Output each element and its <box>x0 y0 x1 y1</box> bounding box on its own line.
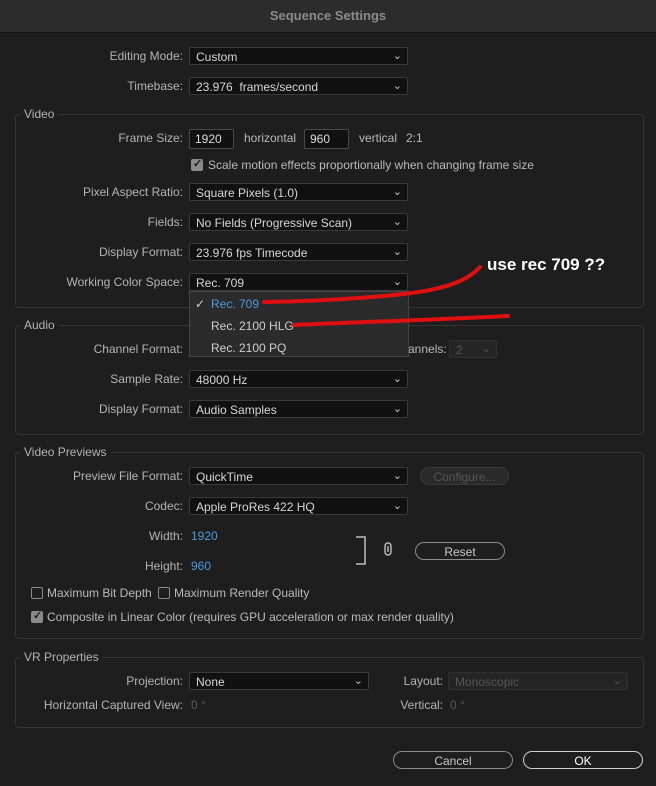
chevron-down-icon: ⌄ <box>392 216 402 228</box>
chevron-down-icon: ⌄ <box>392 80 402 92</box>
preview-file-format-value: QuickTime <box>196 470 253 484</box>
color-space-option-rec2100-pq[interactable]: Rec. 2100 PQ <box>211 341 286 355</box>
frame-height-input[interactable]: 960 <box>304 129 349 149</box>
timebase-label: Timebase: <box>127 79 183 93</box>
height-label: Height: <box>144 559 183 573</box>
horizontal-label: horizontal <box>244 131 297 145</box>
channel-format-label: Channel Format: <box>93 342 183 356</box>
chevron-down-icon: ⌄ <box>353 675 363 687</box>
layout-value: Monoscopic <box>455 675 520 689</box>
projection-value: None <box>196 675 225 689</box>
aspect-ratio-text: 2:1 <box>406 131 423 145</box>
video-display-format-value: 23.976 fps Timecode <box>196 246 308 260</box>
ok-button[interactable]: OK <box>523 751 643 769</box>
chevron-down-icon: ⌄ <box>612 675 622 687</box>
pixel-aspect-value: Square Pixels (1.0) <box>196 186 299 200</box>
vertical-view-value: 0 ° <box>450 698 465 712</box>
video-display-format-select[interactable]: 23.976 fps Timecode ⌄ <box>189 243 408 261</box>
projection-select[interactable]: None ⌄ <box>189 672 369 690</box>
editing-mode-value: Custom <box>196 50 238 64</box>
composite-linear-checkbox[interactable] <box>31 609 43 623</box>
chevron-down-icon: ⌄ <box>392 186 402 198</box>
working-color-space-select[interactable]: Rec. 709 ⌄ <box>189 273 408 291</box>
channels-value: 2 <box>456 343 463 357</box>
chevron-down-icon: ⌄ <box>392 403 402 415</box>
codec-select[interactable]: Apple ProRes 422 HQ ⌄ <box>189 497 408 515</box>
layout-select[interactable]: Monoscopic ⌄ <box>448 672 628 690</box>
max-render-quality-checkbox[interactable] <box>158 587 170 599</box>
horizontal-captured-view-value: 0 ° <box>191 698 206 712</box>
audio-display-format-value: Audio Samples <box>196 403 277 417</box>
configure-button[interactable]: Configure... <box>420 467 509 485</box>
video-group-title: Video <box>20 107 59 121</box>
pixel-aspect-label: Pixel Aspect Ratio: <box>82 185 183 199</box>
vr-properties-group <box>15 657 644 728</box>
scale-motion-label: Scale motion effects proportionally when… <box>208 158 534 172</box>
working-color-space-value: Rec. 709 <box>196 276 245 290</box>
chevron-down-icon: ⌄ <box>392 373 402 385</box>
vr-properties-group-title: VR Properties <box>20 650 103 664</box>
horizontal-captured-view-label: Horizontal Captured View: <box>43 698 183 712</box>
frame-width-input[interactable]: 1920 <box>189 129 234 149</box>
link-dimensions-icon[interactable] <box>352 535 396 567</box>
height-value[interactable]: 960 <box>191 559 211 573</box>
max-render-quality-label: Maximum Render Quality <box>174 586 310 600</box>
color-space-dropdown-menu: ✓ Rec. 709 Rec. 2100 HLG Rec. 2100 PQ <box>189 291 409 357</box>
color-space-option-rec2100-hlg[interactable]: Rec. 2100 HLG <box>211 319 294 333</box>
vertical-label: vertical <box>359 131 398 145</box>
channels-select[interactable]: 2 ⌄ <box>449 340 497 358</box>
timebase-value: 23.976 frames/second <box>196 80 319 94</box>
chevron-down-icon: ⌄ <box>392 500 402 512</box>
audio-group-title: Audio <box>20 318 59 332</box>
channels-label: annels: <box>408 342 447 356</box>
fields-select[interactable]: No Fields (Progressive Scan) ⌄ <box>189 213 408 231</box>
sample-rate-value: 48000 Hz <box>196 373 248 387</box>
editing-mode-label: Editing Mode: <box>109 49 183 63</box>
editing-mode-select[interactable]: Custom ⌄ <box>189 47 408 65</box>
preview-file-format-label: Preview File Format: <box>72 469 183 483</box>
annotation-text: use rec 709 ?? <box>487 255 606 274</box>
preview-file-format-select[interactable]: QuickTime ⌄ <box>189 467 408 485</box>
width-value[interactable]: 1920 <box>191 529 218 543</box>
sample-rate-select[interactable]: 48000 Hz ⌄ <box>189 370 408 388</box>
chevron-down-icon: ⌄ <box>392 470 402 482</box>
chevron-down-icon: ⌄ <box>392 50 402 62</box>
fields-label: Fields: <box>147 215 183 229</box>
projection-label: Projection: <box>126 674 183 688</box>
codec-label: Codec: <box>144 499 183 513</box>
vertical-view-label: Vertical: <box>400 698 443 712</box>
video-display-format-label: Display Format: <box>98 245 183 259</box>
chevron-down-icon: ⌄ <box>392 246 402 258</box>
window-title: Sequence Settings <box>269 8 387 23</box>
max-bit-depth-checkbox[interactable] <box>31 587 43 599</box>
chevron-down-icon: ⌄ <box>481 343 491 355</box>
working-color-space-label: Working Color Space: <box>66 275 184 289</box>
checkmark-icon: ✓ <box>195 297 206 311</box>
audio-display-format-select[interactable]: Audio Samples ⌄ <box>189 400 408 418</box>
reset-button[interactable]: Reset <box>415 542 505 560</box>
codec-value: Apple ProRes 422 HQ <box>196 500 315 514</box>
frame-size-label: Frame Size: <box>118 131 183 145</box>
video-previews-group-title: Video Previews <box>20 445 111 459</box>
sample-rate-label: Sample Rate: <box>110 372 183 386</box>
max-bit-depth-label: Maximum Bit Depth <box>47 586 152 600</box>
audio-display-format-label: Display Format: <box>98 402 183 416</box>
width-label: Width: <box>148 529 183 543</box>
layout-label: Layout: <box>403 674 443 688</box>
composite-linear-label: Composite in Linear Color (requires GPU … <box>47 610 454 624</box>
scale-motion-checkbox[interactable] <box>191 157 203 171</box>
pixel-aspect-select[interactable]: Square Pixels (1.0) ⌄ <box>189 183 408 201</box>
color-space-option-rec709[interactable]: Rec. 709 <box>211 297 259 311</box>
chevron-down-icon: ⌄ <box>392 276 402 288</box>
cancel-button[interactable]: Cancel <box>393 751 513 769</box>
timebase-select[interactable]: 23.976 frames/second ⌄ <box>189 77 408 95</box>
fields-value: No Fields (Progressive Scan) <box>196 216 353 230</box>
